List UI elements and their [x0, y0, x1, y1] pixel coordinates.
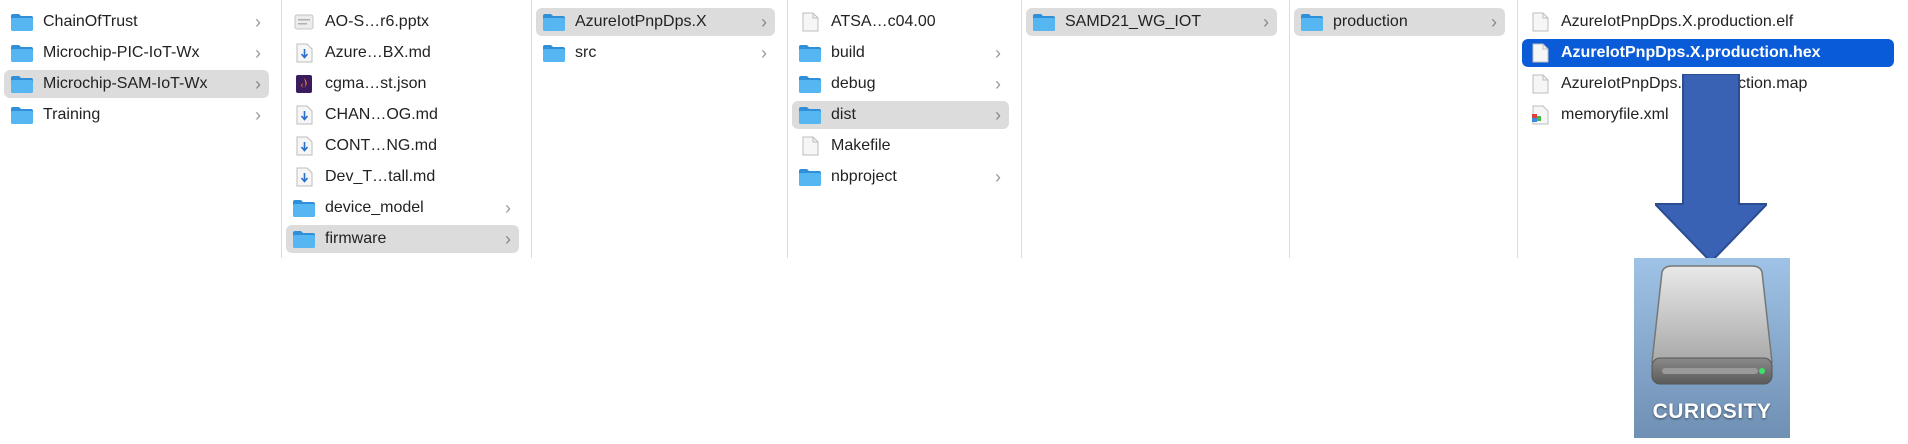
file-item[interactable]: cgma…st.json — [286, 70, 519, 98]
markdown-file-icon — [292, 105, 316, 125]
item-label: dist — [831, 106, 856, 123]
markdown-file-icon — [292, 43, 316, 63]
folder-icon — [10, 43, 34, 63]
item-label: SAMD21_WG_IOT — [1065, 13, 1202, 30]
item-label: Dev_T…tall.md — [325, 168, 436, 185]
folder-icon — [1032, 12, 1056, 32]
file-item[interactable]: Dev_T…tall.md — [286, 163, 519, 191]
item-label: AzureIotPnpDps.X — [575, 13, 707, 30]
item-label: build — [831, 44, 865, 61]
folder-icon — [798, 43, 822, 63]
file-item[interactable]: CHAN…OG.md — [286, 101, 519, 129]
folder-icon — [292, 198, 316, 218]
item-label: debug — [831, 75, 876, 92]
finder-column-4: ATSA…c04.00 build › debug › dist › Makefile nbpr… — [788, 0, 1022, 258]
folder-item[interactable]: dist › — [792, 101, 1009, 129]
chevron-right-icon: › — [995, 73, 1001, 94]
folder-item[interactable]: SAMD21_WG_IOT › — [1026, 8, 1277, 36]
item-label: device_model — [325, 199, 424, 216]
chevron-right-icon: › — [255, 104, 261, 125]
folder-icon — [1300, 12, 1324, 32]
item-label: src — [575, 44, 597, 61]
chevron-right-icon: › — [761, 42, 767, 63]
markdown-file-icon — [292, 167, 316, 187]
finder-column-6: production › — [1290, 0, 1518, 258]
drive-label: CURIOSITY — [1652, 400, 1772, 423]
folder-item[interactable]: ChainOfTrust › — [4, 8, 269, 36]
item-label: ChainOfTrust — [43, 13, 138, 30]
finder-column-2: AO-S…r6.pptx Azure…BX.md cgma…st.json CHAN…… — [282, 0, 532, 258]
item-label: AzureIotPnpDps.X.production.hex — [1561, 44, 1821, 61]
chevron-right-icon: › — [505, 228, 511, 249]
item-label: Microchip-SAM-IoT-Wx — [43, 75, 208, 92]
item-label: Makefile — [831, 137, 891, 154]
generic-file-icon — [1528, 74, 1552, 94]
folder-icon — [542, 12, 566, 32]
item-label: production — [1333, 13, 1408, 30]
chevron-right-icon: › — [995, 166, 1001, 187]
chevron-right-icon: › — [761, 11, 767, 32]
folder-item[interactable]: AzureIotPnpDps.X › — [536, 8, 775, 36]
item-label: CONT…NG.md — [325, 137, 437, 154]
chevron-right-icon: › — [255, 42, 261, 63]
item-label: Microchip-PIC-IoT-Wx — [43, 44, 200, 61]
folder-item[interactable]: Microchip-SAM-IoT-Wx › — [4, 70, 269, 98]
folder-item[interactable]: build › — [792, 39, 1009, 67]
folder-item[interactable]: Training › — [4, 101, 269, 129]
chevron-right-icon: › — [1491, 11, 1497, 32]
folder-icon — [10, 12, 34, 32]
folder-icon — [10, 105, 34, 125]
folder-item[interactable]: Microchip-PIC-IoT-Wx › — [4, 39, 269, 67]
file-item[interactable]: AO-S…r6.pptx — [286, 8, 519, 36]
file-item[interactable]: AzureIotPnpDps.X.production.hex — [1522, 39, 1894, 67]
folder-item[interactable]: nbproject › — [792, 163, 1009, 191]
down-arrow-icon — [1655, 74, 1767, 262]
file-item[interactable]: Makefile — [792, 132, 1009, 160]
file-item[interactable]: AzureIotPnpDps.X.production.elf — [1522, 8, 1894, 36]
item-label: ATSA…c04.00 — [831, 13, 936, 30]
folder-item[interactable]: production › — [1294, 8, 1505, 36]
folder-item[interactable]: debug › — [792, 70, 1009, 98]
item-label: nbproject — [831, 168, 897, 185]
chevron-right-icon: › — [995, 42, 1001, 63]
chevron-right-icon: › — [255, 73, 261, 94]
file-item[interactable]: CONT…NG.md — [286, 132, 519, 160]
file-item[interactable]: ATSA…c04.00 — [792, 8, 1009, 36]
item-label: AO-S…r6.pptx — [325, 13, 430, 30]
chevron-right-icon: › — [995, 104, 1001, 125]
generic-file-icon — [1528, 43, 1552, 63]
finder-column-5: SAMD21_WG_IOT › — [1022, 0, 1290, 258]
folder-item[interactable]: device_model › — [286, 194, 519, 222]
folder-icon — [10, 74, 34, 94]
folder-icon — [292, 229, 316, 249]
item-label: firmware — [325, 230, 387, 247]
folder-icon — [542, 43, 566, 63]
chevron-right-icon: › — [255, 11, 261, 32]
folder-icon — [798, 167, 822, 187]
item-label: CHAN…OG.md — [325, 106, 438, 123]
curiosity-drive[interactable]: CURIOSITY — [1634, 258, 1790, 438]
folder-icon — [798, 105, 822, 125]
item-label: Training — [43, 106, 101, 123]
item-label: AzureIotPnpDps.X.production.elf — [1561, 13, 1794, 30]
chevron-right-icon: › — [1263, 11, 1269, 32]
generic-file-icon — [1528, 12, 1552, 32]
file-item[interactable]: Azure…BX.md — [286, 39, 519, 67]
item-label: Azure…BX.md — [325, 44, 431, 61]
xml-file-icon — [1528, 105, 1552, 125]
pptx-file-icon — [292, 12, 316, 32]
folder-item[interactable]: src › — [536, 39, 775, 67]
markdown-file-icon — [292, 136, 316, 156]
chevron-right-icon: › — [505, 197, 511, 218]
generic-file-icon — [798, 12, 822, 32]
folder-item[interactable]: firmware › — [286, 225, 519, 253]
finder-column-1: ChainOfTrust › Microchip-PIC-IoT-Wx › Microc… — [0, 0, 282, 258]
folder-icon — [798, 74, 822, 94]
json-file-icon — [292, 74, 316, 94]
finder-column-3: AzureIotPnpDps.X › src › — [532, 0, 788, 258]
item-label: cgma…st.json — [325, 75, 427, 92]
generic-file-icon — [798, 136, 822, 156]
